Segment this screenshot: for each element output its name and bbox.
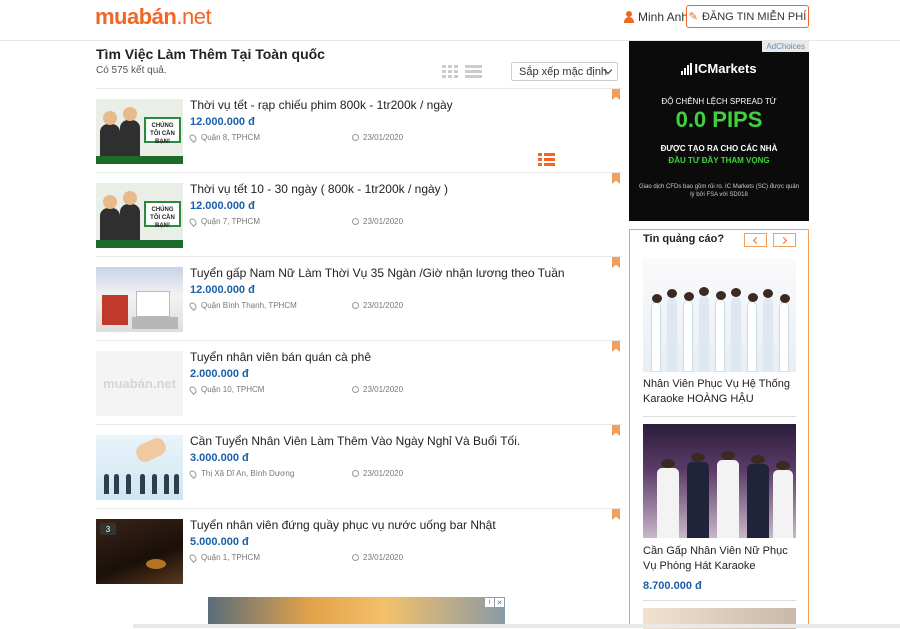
clock-icon bbox=[352, 386, 359, 393]
bookmark-icon[interactable] bbox=[612, 257, 620, 268]
listing-price: 12.000.000 đ bbox=[190, 200, 255, 212]
clock-icon bbox=[352, 554, 359, 561]
list-item[interactable]: muabán.net Tuyển nhân viên bán quán cà p… bbox=[96, 340, 622, 424]
view-switcher bbox=[442, 65, 555, 166]
promo-prev-button[interactable] bbox=[744, 233, 767, 247]
sidebar-ad-icmarkets[interactable]: AdChoices ICMarkets ĐỘ CHÊNH LỆCH SPREAD… bbox=[629, 41, 809, 221]
listing-title[interactable]: Tuyển gấp Nam Nữ Làm Thời Vụ 35 Ngàn /Gi… bbox=[190, 266, 565, 280]
promo-divider bbox=[643, 416, 796, 417]
list-item[interactable]: 3 Tuyển nhân viên đứng quầy phục vụ nước… bbox=[96, 508, 622, 592]
grid-view-icon[interactable] bbox=[442, 65, 459, 79]
site-header: muabán.net Minh Anh ✎ ĐĂNG TIN MIỄN PHÍ bbox=[0, 0, 900, 41]
ad-close-icon[interactable]: ✕ bbox=[495, 598, 504, 607]
listing-thumbnail[interactable] bbox=[96, 435, 183, 500]
listing-title[interactable]: Tuyển nhân viên đứng quầy phục vụ nước u… bbox=[190, 518, 496, 532]
listing-title[interactable]: Tuyển nhân viên bán quán cà phê bbox=[190, 350, 371, 364]
listing-title[interactable]: Thời vụ tết - rạp chiếu phim 800k - 1tr2… bbox=[190, 98, 453, 112]
chevron-left-icon bbox=[752, 236, 761, 244]
listing-thumbnail[interactable] bbox=[96, 267, 183, 332]
post-button-label: ĐĂNG TIN MIỄN PHÍ bbox=[701, 10, 807, 23]
listing-location: Quận 1, TPHCM bbox=[188, 552, 260, 563]
ad-disclaimer: Giao dịch CFDs bao gồm rủi ro. IC Market… bbox=[639, 184, 800, 198]
user-icon bbox=[624, 11, 634, 23]
sort-select[interactable]: Sắp xếp mặc định bbox=[511, 62, 618, 81]
location-pin-icon bbox=[188, 216, 198, 227]
listing-thumbnail[interactable]: muabán.net bbox=[96, 351, 183, 416]
thumb-sign: CHÚNG TÔI CẦN BẠN! bbox=[144, 201, 181, 229]
listing-thumbnail[interactable]: CHÚNG TÔI CẦN BẠN! bbox=[96, 183, 183, 248]
ad-brand: ICMarkets bbox=[629, 61, 809, 76]
ad-line-4: ĐẦU TƯ ĐẦY THAM VỌNG bbox=[668, 156, 770, 165]
list-item[interactable]: Tuyển gấp Nam Nữ Làm Thời Vụ 35 Ngàn /Gi… bbox=[96, 256, 622, 340]
image-count-badge: 3 bbox=[100, 523, 116, 535]
bookmark-icon[interactable] bbox=[612, 341, 620, 352]
promo-heading: Tin quảng cáo? bbox=[643, 233, 725, 245]
listing-location: Quận Bình Thạnh, TPHCM bbox=[188, 300, 297, 311]
adchoices-label[interactable]: AdChoices bbox=[762, 41, 809, 52]
listing-location: Thị Xã Dĩ An, Bình Dương bbox=[188, 468, 294, 479]
bookmark-icon[interactable] bbox=[612, 173, 620, 184]
listing-location: Quận 8, TPHCM bbox=[188, 132, 260, 143]
location-pin-icon bbox=[188, 132, 198, 143]
ad-line-2: 0.0 PIPS bbox=[675, 107, 763, 132]
compact-view-icon[interactable] bbox=[465, 65, 482, 79]
promo-divider bbox=[643, 600, 796, 601]
location-pin-icon bbox=[188, 552, 198, 563]
listing-price: 12.000.000 đ bbox=[190, 116, 255, 128]
listing-date: 23/01/2020 bbox=[352, 133, 403, 142]
listing-title[interactable]: Thời vụ tết 10 - 30 ngày ( 800k - 1tr200… bbox=[190, 182, 448, 196]
promo-price: 8.700.000 đ bbox=[643, 580, 702, 592]
location-pin-icon bbox=[188, 300, 198, 311]
clock-icon bbox=[352, 218, 359, 225]
listing-list: CHÚNG TÔI CẦN BẠN! Thời vụ tết - rạp chi… bbox=[96, 88, 622, 592]
post-free-ad-button[interactable]: ✎ ĐĂNG TIN MIỄN PHÍ bbox=[686, 5, 809, 28]
listing-price: 3.000.000 đ bbox=[190, 452, 249, 464]
ad-line-1: ĐỘ CHÊNH LỆCH SPREAD TỪ bbox=[661, 97, 777, 106]
chevron-right-icon bbox=[779, 236, 788, 244]
clock-icon bbox=[352, 134, 359, 141]
bookmark-icon[interactable] bbox=[612, 89, 620, 100]
list-item[interactable]: CHÚNG TÔI CẦN BẠN! Thời vụ tết 10 - 30 n… bbox=[96, 172, 622, 256]
location-pin-icon bbox=[188, 468, 198, 479]
thumb-sign: CHÚNG TÔI CẦN BẠN! bbox=[144, 117, 181, 145]
listing-price: 12.000.000 đ bbox=[190, 284, 255, 296]
bookmark-icon[interactable] bbox=[612, 425, 620, 436]
list-item[interactable]: CHÚNG TÔI CẦN BẠN! Thời vụ tết - rạp chi… bbox=[96, 88, 622, 172]
listing-price: 2.000.000 đ bbox=[190, 368, 249, 380]
ad-info-icon[interactable]: i bbox=[485, 598, 494, 607]
sort-label: Sắp xếp mặc định bbox=[519, 65, 608, 78]
listing-date: 23/01/2020 bbox=[352, 553, 403, 562]
promo-image[interactable] bbox=[643, 258, 796, 372]
listing-location: Quận 10, TPHCM bbox=[188, 384, 264, 395]
promo-panel: Tin quảng cáo? Nhân Viên Phục Vụ Hệ Thốn… bbox=[629, 229, 809, 629]
ad-line-3: ĐƯỢC TẠO RA CHO CÁC NHÀ bbox=[660, 144, 778, 153]
promo-image[interactable] bbox=[643, 424, 796, 538]
listing-thumbnail[interactable]: 3 bbox=[96, 519, 183, 584]
listing-thumbnail[interactable]: CHÚNG TÔI CẦN BẠN! bbox=[96, 99, 183, 164]
result-count: Có 575 kết quả. bbox=[96, 65, 167, 76]
user-name: Minh Anh bbox=[638, 10, 689, 24]
placeholder-logo: muabán.net bbox=[103, 376, 176, 391]
listing-date: 23/01/2020 bbox=[352, 469, 403, 478]
location-pin-icon bbox=[188, 384, 198, 395]
clock-icon bbox=[352, 470, 359, 477]
listing-price: 5.000.000 đ bbox=[190, 536, 249, 548]
listing-date: 23/01/2020 bbox=[352, 301, 403, 310]
promo-caption[interactable]: Nhân Viên Phục Vụ Hệ Thống Karaoke HOÀNG… bbox=[643, 377, 798, 407]
promo-caption[interactable]: Cần Gấp Nhân Viên Nữ Phục Vụ Phòng Hát K… bbox=[643, 544, 798, 574]
listing-title[interactable]: Cần Tuyển Nhân Viên Làm Thêm Vào Ngày Ng… bbox=[190, 434, 520, 448]
user-menu[interactable]: Minh Anh bbox=[624, 10, 688, 24]
listing-location: Quận 7, TPHCM bbox=[188, 216, 260, 227]
site-logo[interactable]: muabán.net bbox=[95, 4, 212, 30]
icmarkets-logo-icon bbox=[681, 62, 693, 75]
listing-date: 23/01/2020 bbox=[352, 217, 403, 226]
horizontal-scrollbar[interactable] bbox=[133, 624, 900, 628]
bookmark-icon[interactable] bbox=[612, 509, 620, 520]
list-item[interactable]: Cần Tuyển Nhân Viên Làm Thêm Vào Ngày Ng… bbox=[96, 424, 622, 508]
clock-icon bbox=[352, 302, 359, 309]
page-title: Tìm Việc Làm Thêm Tại Toàn quốc bbox=[96, 46, 325, 62]
listing-date: 23/01/2020 bbox=[352, 385, 403, 394]
promo-next-button[interactable] bbox=[773, 233, 796, 247]
pencil-icon: ✎ bbox=[688, 11, 698, 23]
